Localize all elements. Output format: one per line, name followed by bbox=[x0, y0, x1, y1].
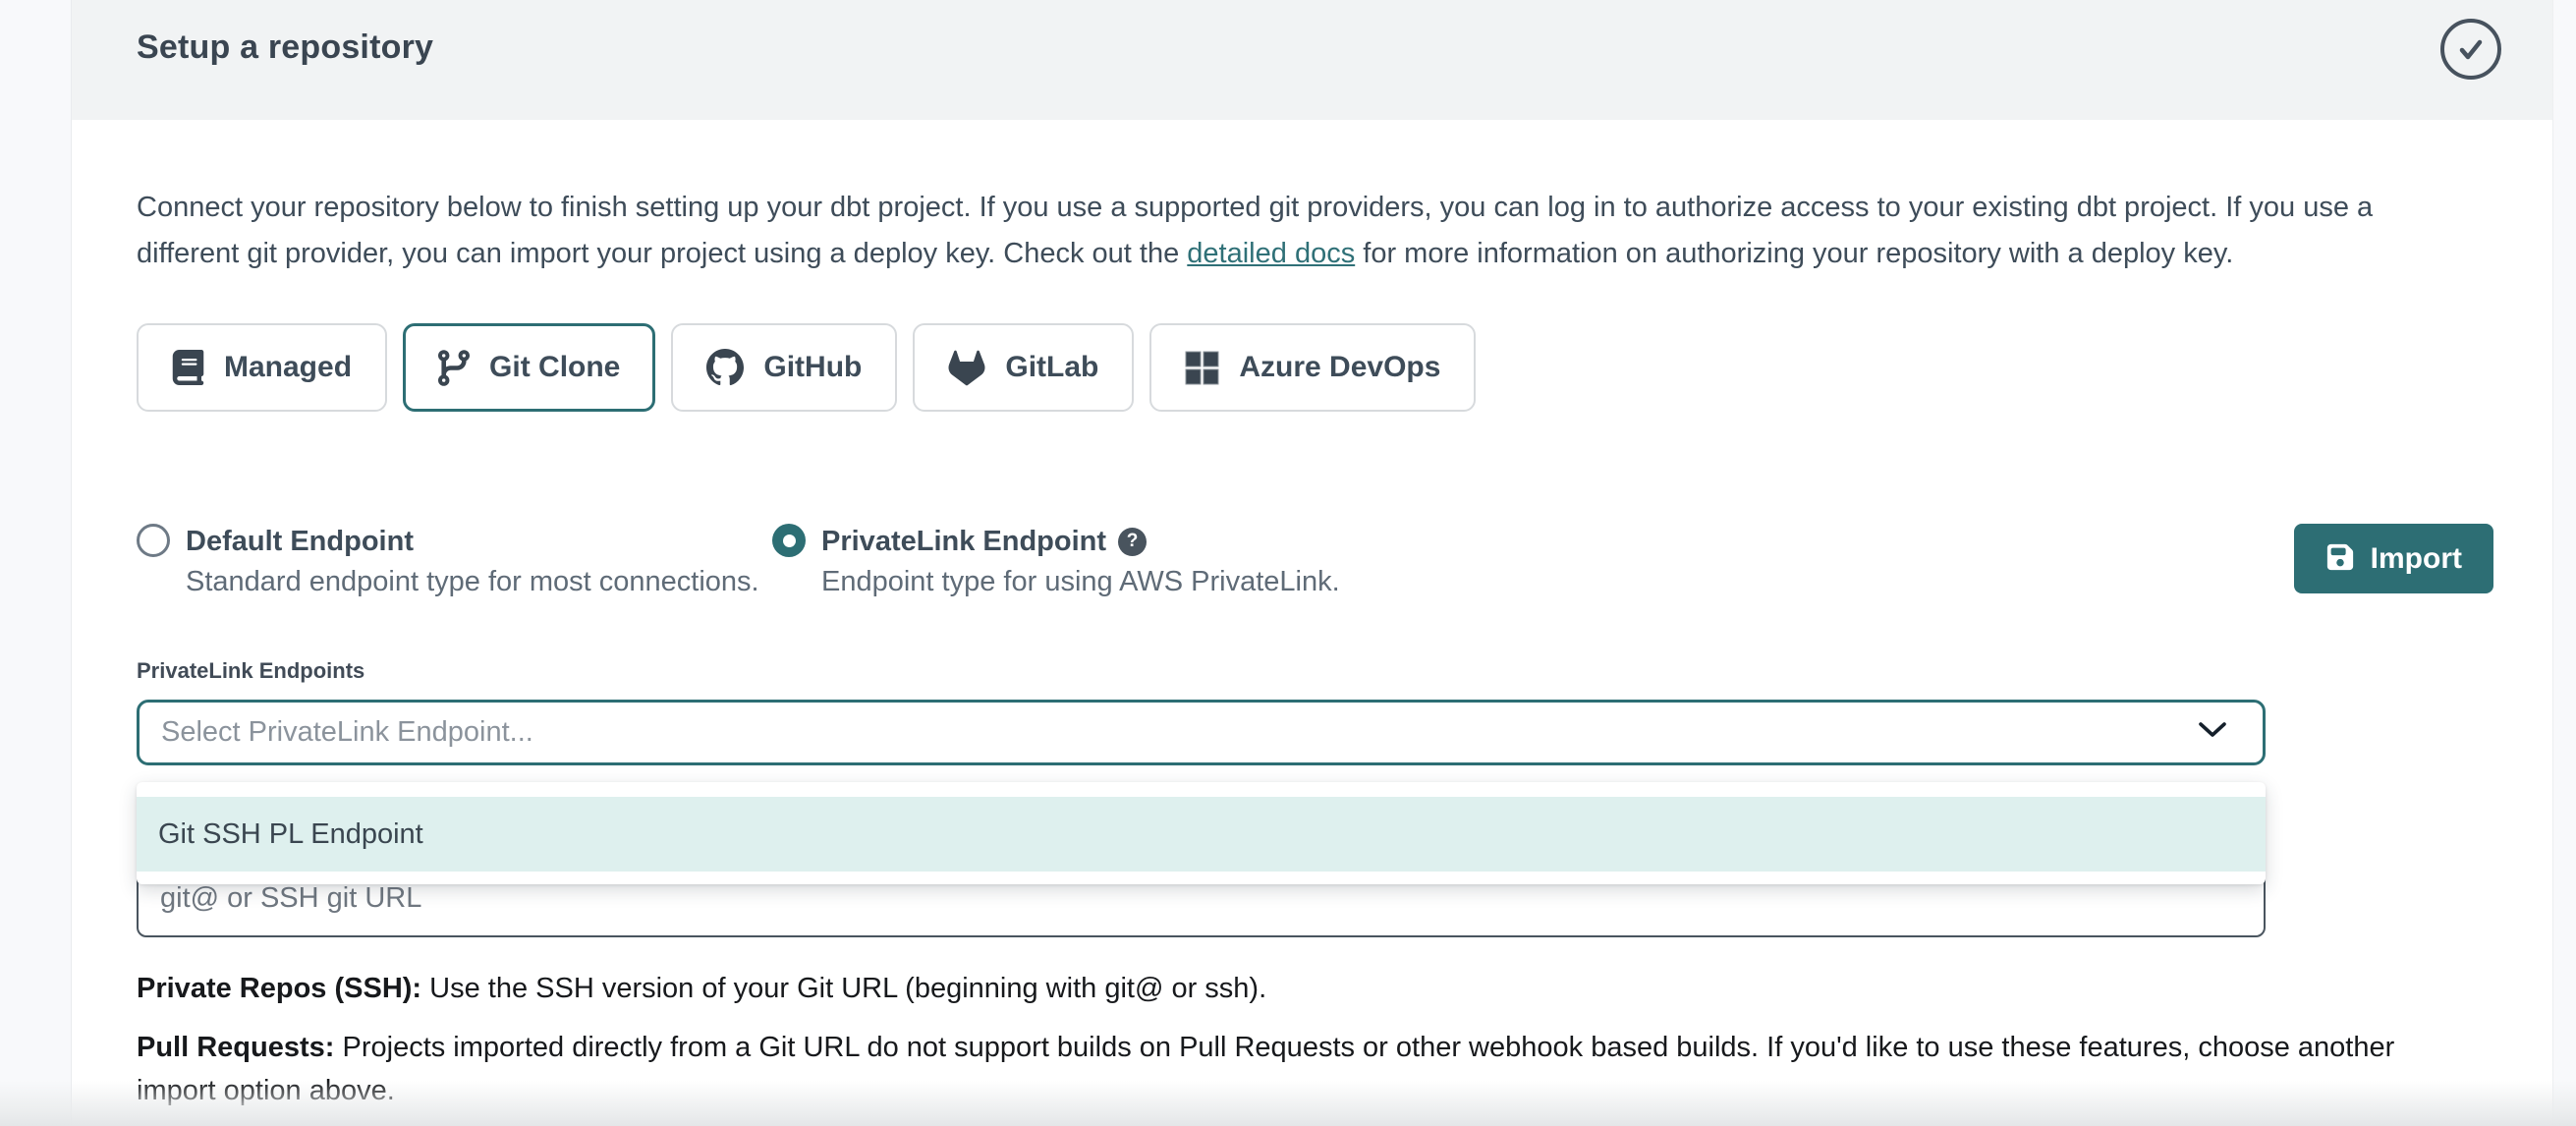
intro-paragraph: Connect your repository below to finish … bbox=[137, 185, 2463, 277]
default-endpoint-label: Default Endpoint bbox=[186, 524, 414, 559]
azure-devops-icon bbox=[1185, 351, 1219, 385]
panel-body: Connect your repository below to finish … bbox=[72, 185, 2552, 1112]
privatelink-select[interactable]: Select PrivateLink Endpoint... bbox=[137, 700, 2266, 765]
tab-git-clone[interactable]: Git Clone bbox=[403, 323, 655, 412]
intro-text-after: for more information on authorizing your… bbox=[1355, 238, 2233, 269]
tab-managed-label: Managed bbox=[224, 351, 352, 384]
radio-selected-icon[interactable] bbox=[772, 524, 806, 557]
tab-azure-devops-label: Azure DevOps bbox=[1239, 351, 1440, 384]
note-pull-requests-bold: Pull Requests: bbox=[137, 1032, 334, 1063]
radio-privatelink-endpoint[interactable]: PrivateLink Endpoint ? Endpoint type for… bbox=[772, 524, 1340, 601]
dropdown-option-git-ssh-pl-endpoint[interactable]: Git SSH PL Endpoint bbox=[137, 797, 2266, 872]
radio-default-endpoint[interactable]: Default Endpoint Standard endpoint type … bbox=[137, 524, 772, 601]
chevron-down-icon[interactable] bbox=[2198, 721, 2227, 744]
note-private-repos-text: Use the SSH version of your Git URL (beg… bbox=[421, 973, 1266, 1004]
right-edge-strip bbox=[2552, 0, 2576, 1126]
note-pull-requests: Pull Requests: Projects imported directl… bbox=[137, 1026, 2426, 1112]
privatelink-endpoints-label: PrivateLink Endpoints bbox=[137, 658, 2552, 684]
detailed-docs-link[interactable]: detailed docs bbox=[1187, 238, 1355, 269]
github-icon bbox=[706, 349, 744, 386]
gitlab-icon bbox=[948, 350, 985, 386]
privatelink-select-placeholder: Select PrivateLink Endpoint... bbox=[161, 716, 533, 749]
privatelink-dropdown: Git SSH PL Endpoint bbox=[137, 782, 2266, 884]
tab-github-label: GitHub bbox=[763, 351, 862, 384]
tab-git-clone-label: Git Clone bbox=[489, 351, 620, 384]
import-button-label: Import bbox=[2371, 542, 2462, 576]
tab-gitlab-label: GitLab bbox=[1005, 351, 1098, 384]
book-icon bbox=[172, 350, 204, 385]
note-private-repos: Private Repos (SSH): Use the SSH version… bbox=[137, 967, 2426, 1010]
tab-gitlab[interactable]: GitLab bbox=[913, 323, 1134, 412]
note-pull-requests-text: Projects imported directly from a Git UR… bbox=[137, 1032, 2394, 1106]
note-private-repos-bold: Private Repos (SSH): bbox=[137, 973, 421, 1004]
privatelink-endpoint-label: PrivateLink Endpoint bbox=[821, 524, 1106, 559]
tab-managed[interactable]: Managed bbox=[137, 323, 387, 412]
tab-github[interactable]: GitHub bbox=[671, 323, 897, 412]
privatelink-endpoint-description: Endpoint type for using AWS PrivateLink. bbox=[821, 562, 1340, 601]
notes-section: Private Repos (SSH): Use the SSH version… bbox=[137, 967, 2493, 1112]
git-url-input[interactable] bbox=[160, 882, 2242, 915]
provider-tabs: Managed Git Clone GitHub bbox=[137, 323, 2552, 412]
privatelink-combo-area: Select PrivateLink Endpoint... Git SSH P… bbox=[137, 700, 2266, 937]
import-button[interactable]: Import bbox=[2294, 524, 2493, 593]
help-icon[interactable]: ? bbox=[1118, 528, 1147, 556]
setup-repository-page: Setup a repository Connect your reposito… bbox=[0, 0, 2576, 1126]
endpoint-type-row: Default Endpoint Standard endpoint type … bbox=[137, 524, 2493, 601]
git-branch-icon bbox=[438, 350, 470, 386]
tab-azure-devops[interactable]: Azure DevOps bbox=[1149, 323, 1476, 412]
page-title: Setup a repository bbox=[137, 16, 433, 79]
save-icon bbox=[2325, 542, 2355, 575]
step-complete-check-icon bbox=[2440, 19, 2501, 80]
setup-repository-panel: Setup a repository Connect your reposito… bbox=[72, 0, 2552, 1126]
left-edge-strip bbox=[0, 0, 72, 1126]
default-endpoint-description: Standard endpoint type for most connecti… bbox=[186, 562, 759, 601]
panel-header: Setup a repository bbox=[72, 0, 2552, 120]
radio-unselected-icon[interactable] bbox=[137, 524, 170, 557]
